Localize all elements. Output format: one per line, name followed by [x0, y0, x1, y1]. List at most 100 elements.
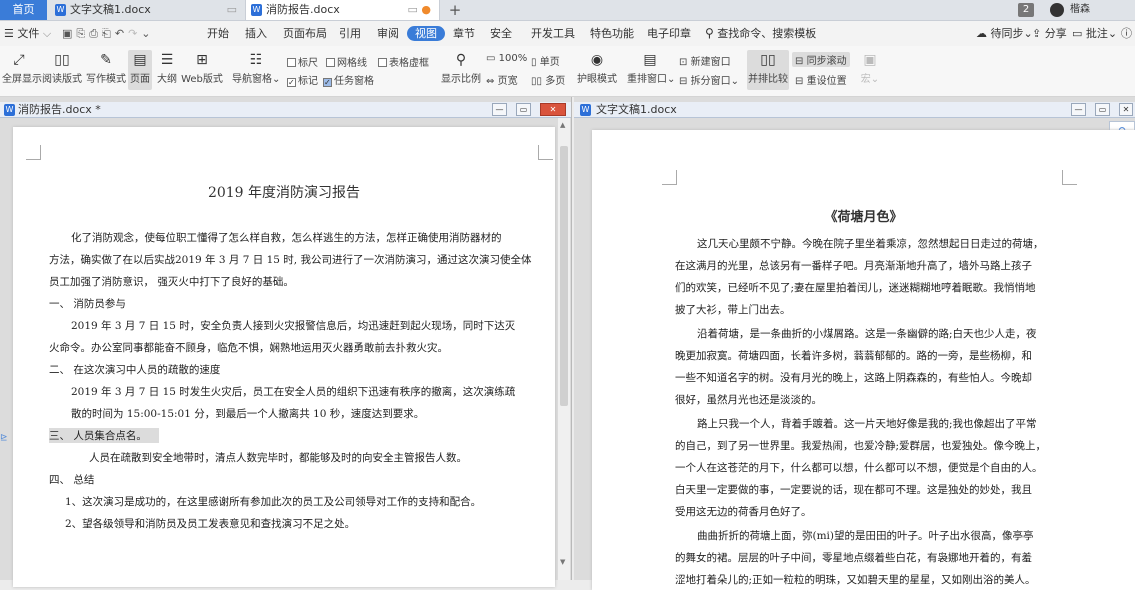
minimize-button[interactable]: —: [492, 103, 507, 116]
menu-chapter[interactable]: 章节: [453, 21, 475, 46]
right-window-titlebar: W 文字文稿1.docx — ▭ ✕: [574, 102, 1135, 118]
page-view-button[interactable]: ▤ 页面: [128, 50, 152, 90]
left-doc-line: 化了消防观念，使每位职工懂得了怎么样自救，怎么样逃生的方法，怎样正确使用消防器材…: [71, 232, 502, 244]
scroll-up-icon[interactable]: ▲: [560, 121, 565, 129]
margin-mark: [662, 170, 677, 185]
menu-view[interactable]: 视图: [407, 26, 445, 41]
left-doc-heading-selected: 三、 人员集合点名。: [49, 428, 159, 443]
single-page-icon: ▯: [531, 57, 537, 68]
paragraph-marker-icon[interactable]: ⊵: [0, 433, 8, 443]
left-doc-heading: 二、 在这次演习中人员的疏散的速度: [49, 364, 221, 376]
side-by-side-button[interactable]: ▯▯ 并排比较: [747, 50, 789, 90]
page-width-icon: ⇔: [486, 76, 495, 87]
avatar[interactable]: [1050, 3, 1064, 17]
menu-review[interactable]: 审阅: [377, 21, 399, 46]
right-doc-line: 路上只我一个人，背着手踱着。这一片天地好像是我的;我也像超出了平常: [697, 418, 1037, 430]
right-doc-line: 沿着荷塘，是一条曲折的小煤屑路。这是一条幽僻的路;白天也少人走，夜: [697, 328, 1037, 340]
reset-position-button[interactable]: ⊟ 重设位置: [795, 72, 847, 87]
share-button[interactable]: ⇪ 分享: [1032, 21, 1067, 46]
username[interactable]: 楷森: [1070, 3, 1090, 17]
left-doc-line: 员工加强了消防意识， 强灭火中打下了良好的基础。: [49, 276, 294, 288]
scroll-thumb[interactable]: [560, 146, 568, 406]
window-count-badge[interactable]: 2: [1018, 3, 1034, 17]
fullscreen-button[interactable]: ⤢ 全屏显示: [2, 50, 42, 90]
new-window-button[interactable]: ⊡ 新建窗口: [679, 53, 731, 68]
right-doc-line: 披了大衫，带上门出去。: [675, 304, 791, 316]
menu-start[interactable]: 开始: [207, 21, 229, 46]
left-window-title: 消防报告.docx *: [18, 103, 101, 116]
ruler-label: 标尺: [298, 58, 318, 69]
table-lines-checkbox[interactable]: 表格虚框: [378, 54, 429, 69]
menu-seal[interactable]: 电子印章: [647, 21, 691, 46]
close-button[interactable]: ✕: [1119, 103, 1133, 116]
pen-icon: ✎: [100, 52, 112, 68]
rearrange-button[interactable]: ▤ 重排窗口⌄: [627, 50, 675, 90]
web-view-button[interactable]: ⊞ Web版式: [181, 50, 223, 90]
checkbox-checked-icon: [287, 78, 296, 87]
left-doc-line: 1、这次演习是成功的，在这里感谢所有参加此次的员工及公司领导对工作的支持和配合。: [65, 496, 482, 508]
task-pane-checkbox[interactable]: 任务窗格: [323, 72, 374, 87]
zoom-button[interactable]: ⚲ 显示比例: [441, 50, 481, 90]
file-menu[interactable]: ☰ 文件 ⌵: [4, 21, 51, 46]
menu-references[interactable]: 引用: [339, 21, 361, 46]
nav-pane-button[interactable]: ☷ 导航窗格⌄: [232, 50, 280, 90]
help-icon[interactable]: ⓘ: [1121, 21, 1132, 46]
right-doc-line: 在这满月的光里，总该另有一番样子吧。月亮渐渐地升高了，墙外马路上孩子: [675, 260, 1032, 272]
right-doc-line: 曲曲折折的荷塘上面，弥(mi)望的是田田的叶子。叶子出水很高，像亭亭: [697, 530, 1034, 542]
right-doc-line: 一个人在这苍茫的月下，什么都可以想，什么都可以不想，便觉是个自由的人。: [675, 462, 1043, 474]
restore-button[interactable]: ▭: [1095, 103, 1110, 116]
menu-security[interactable]: 安全: [490, 21, 512, 46]
restore-button[interactable]: ▭: [516, 103, 531, 116]
sync-button[interactable]: ☁ 待同步⌄: [976, 21, 1033, 46]
close-button[interactable]: ✕: [540, 103, 566, 116]
right-doc-line: 白天里一定要做的事，一定要说的话，现在都可不理。这是独处的妙处，我且: [675, 484, 1032, 496]
markers-checkbox[interactable]: 标记: [287, 72, 318, 87]
single-page-label: 单页: [539, 57, 560, 68]
home-tab[interactable]: 首页: [0, 0, 47, 20]
right-document-page[interactable]: 《荷塘月色》 这几天心里颇不宁静。今晚在院子里坐着乘凉，忽然想起日日走过的荷塘，…: [592, 130, 1135, 590]
sync-scroll-button[interactable]: ⊟ 同步滚动: [792, 52, 850, 67]
gridlines-checkbox[interactable]: 网格线: [326, 54, 367, 69]
sync-scroll-icon: ⊟: [795, 56, 804, 67]
command-search-placeholder: 查找命令、搜索模板: [717, 27, 817, 40]
rearrange-icon: ▤: [643, 52, 657, 68]
minimize-button[interactable]: —: [1071, 103, 1086, 116]
ruler-checkbox[interactable]: 标尺: [287, 54, 318, 69]
writing-mode-button[interactable]: ✎ 写作模式: [86, 50, 126, 90]
scroll-down-icon[interactable]: ▼: [560, 558, 565, 566]
tab-doc1[interactable]: W 文字文稿1.docx ▭: [50, 0, 246, 20]
left-document-page[interactable]: 2019 年度消防演习报告 化了消防观念，使每位职工懂得了怎么样自救，怎么样逃生…: [13, 127, 555, 587]
outline-view-button[interactable]: ☰ 大纲: [155, 50, 179, 90]
checkbox-icon: [326, 58, 335, 67]
monitor-icon[interactable]: ▭: [227, 0, 237, 20]
menu-developer[interactable]: 开发工具: [531, 21, 575, 46]
left-doc-line: 火命令。办公室同事都能奋不顾身，临危不惧，娴熟地运用灭火器勇敢前去扑救火灾。: [49, 342, 448, 354]
side-by-side-label: 并排比较: [748, 74, 788, 85]
zoom-100-button[interactable]: ▭ 100%: [486, 53, 527, 64]
reading-mode-button[interactable]: ▯▯ 阅读版式: [42, 50, 82, 90]
single-page-button[interactable]: ▯ 单页: [531, 53, 560, 68]
menu-page-layout[interactable]: 页面布局: [283, 21, 327, 46]
left-vertical-scrollbar[interactable]: ▲ ▼: [558, 118, 570, 580]
quick-access-toolbar[interactable]: ▣⎘⎙⎗↶↷⌄: [62, 21, 155, 46]
eye-mode-button[interactable]: ◉ 护眼模式: [576, 50, 618, 90]
sync-label: 待同步: [990, 27, 1024, 40]
new-window-label: 新建窗口: [690, 57, 731, 68]
split-window-button[interactable]: ⊟ 拆分窗口⌄: [679, 72, 739, 87]
multi-page-button[interactable]: ▯▯ 多页: [531, 72, 565, 87]
page-width-button[interactable]: ⇔ 页宽: [486, 72, 518, 87]
checkbox-checked-icon: [323, 78, 332, 87]
command-search[interactable]: ⚲ 查找命令、搜索模板: [705, 21, 816, 46]
macro-button[interactable]: ▣ 宏⌄: [858, 50, 882, 90]
new-tab-button[interactable]: +: [446, 0, 464, 20]
comment-button[interactable]: ▭ 批注⌄: [1072, 21, 1117, 46]
nav-pane-label: 导航窗格⌄: [232, 74, 281, 85]
left-doc-line: 方法，确实做了在以后实战2019 年 3 月 7 日 15 时, 我公司进行了一…: [49, 254, 532, 266]
right-doc-line: 受用这无边的荷香月色好了。: [675, 506, 812, 518]
right-doc-line: 的舞女的裙。层层的叶子中间，零星地点缀着些白花，有袅娜地开着的，有羞: [675, 552, 1032, 564]
menu-special[interactable]: 特色功能: [590, 21, 634, 46]
tab-doc2[interactable]: W 消防报告.docx ▭ ●: [246, 0, 440, 20]
right-doc-line: 的自己，到了另一世界里。我爱热闹，也爱冷静;爱群居，也爱独处。像今晚上，: [675, 440, 1047, 452]
menu-insert[interactable]: 插入: [245, 21, 267, 46]
left-doc-title: 2019 年度消防演习报告: [207, 185, 361, 201]
